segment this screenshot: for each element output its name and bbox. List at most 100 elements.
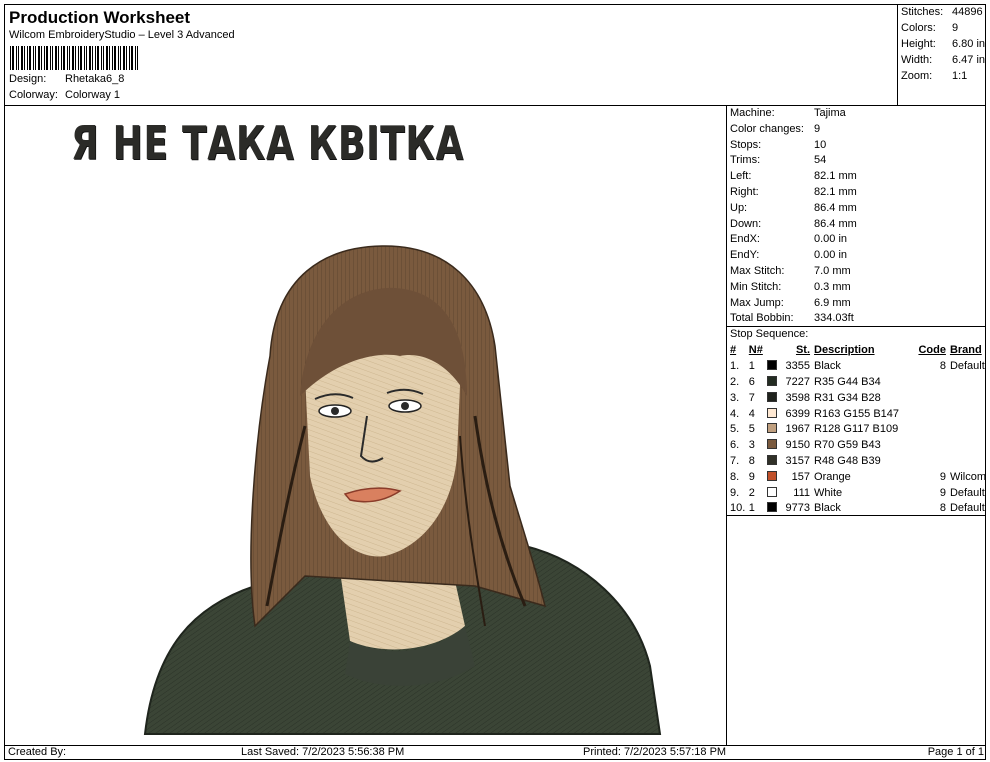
swatch-cell <box>766 390 781 406</box>
col-swatch <box>767 343 781 359</box>
machine-row: Min Stitch: 0.3 mm <box>730 280 851 293</box>
barcode-bar <box>84 46 85 70</box>
row-stitches: 157 <box>791 470 811 483</box>
machine-row: Right: 82.1 mm <box>730 185 857 198</box>
barcode-bar <box>21 46 23 70</box>
swatch-cell <box>766 422 781 438</box>
machine-row: Trims: 54 <box>730 154 827 167</box>
table-row: 5. 5 1967 R128 G117 B109 <box>727 422 986 438</box>
row-needle: 9 <box>748 470 755 483</box>
row-code <box>905 375 946 391</box>
row-brand <box>946 375 986 391</box>
row-needle: 7 <box>748 391 755 404</box>
machine-info: Machine: Tajima Color changes: 9 Stops: 10 … <box>727 106 986 327</box>
barcode-bar <box>52 46 53 70</box>
row-code <box>905 406 946 422</box>
row-index: 3. <box>730 391 740 404</box>
swatch-cell <box>766 454 781 470</box>
barcode-bar <box>80 46 82 70</box>
machine-row: Max Jump: 6.9 mm <box>730 296 851 309</box>
color-swatch <box>766 486 777 497</box>
swatch-cell <box>766 375 781 391</box>
barcode-bar <box>67 46 68 70</box>
portrait-embroidery <box>143 245 662 735</box>
row-needle: 1 <box>748 360 755 373</box>
barcode-bar <box>63 46 65 70</box>
barcode-bar <box>106 46 108 70</box>
row-brand: Default <box>949 360 985 373</box>
color-swatch <box>766 423 777 434</box>
color-swatch <box>766 502 777 513</box>
table-row: 9. 2 111 White 9 Default <box>727 485 986 501</box>
row-code: 9 <box>939 470 946 483</box>
row-brand <box>946 438 986 454</box>
row-brand: Default <box>949 502 985 515</box>
barcode-bar <box>92 46 93 70</box>
row-code <box>905 390 946 406</box>
color-swatch <box>766 470 777 481</box>
machine-row: Machine: Tajima <box>730 107 846 119</box>
machine-row: Max Stitch: 7.0 mm <box>730 264 851 277</box>
row-description: Orange <box>814 470 851 483</box>
software-name: Wilcom EmbroideryStudio – Level 3 Advanc… <box>9 29 235 41</box>
barcode-bar <box>109 46 110 70</box>
barcode-bar <box>101 46 102 70</box>
stop-sequence: Stop Sequence: # N# St. Description Code… <box>727 327 986 517</box>
swatch-cell <box>766 485 781 501</box>
barcode-bar <box>114 46 116 70</box>
row-code <box>905 438 946 454</box>
design-preview: Я НЕ ТАКА КВІТКА <box>5 106 726 745</box>
stat-zoom: Zoom: 1:1 <box>901 70 968 82</box>
col-brand: Brand <box>949 344 982 357</box>
row-index: 1. <box>730 360 740 373</box>
row-needle: 4 <box>748 407 755 420</box>
color-swatch <box>766 407 777 418</box>
row-description: Black <box>814 360 841 373</box>
row-brand <box>946 406 986 422</box>
row-stitches: 7227 <box>785 375 811 388</box>
barcode-bar <box>72 46 74 70</box>
machine-row: Down: 86.4 mm <box>730 217 857 230</box>
table-row: 8. 9 157 Orange 9 Wilcom <box>727 469 986 485</box>
barcode-bar <box>123 46 125 70</box>
stat-stitches: Stitches: 44896 <box>901 6 983 18</box>
col-needle: N# <box>748 344 763 357</box>
barcode-bar <box>75 46 76 70</box>
table-row: 3. 7 3598 R31 G34 B28 <box>727 390 986 406</box>
row-needle: 8 <box>748 454 755 467</box>
color-swatch <box>766 439 777 450</box>
row-code: 9 <box>939 486 946 499</box>
table-row: 7. 8 3157 R48 G48 B39 <box>727 454 986 470</box>
barcode-bar <box>24 46 25 70</box>
barcode-image <box>10 46 138 70</box>
machine-row: EndX: 0.00 in <box>730 233 848 246</box>
row-code: 8 <box>939 360 946 373</box>
barcode-bar <box>58 46 59 70</box>
row-description: R163 G155 B147 <box>814 407 900 420</box>
barcode-bar <box>18 46 19 70</box>
row-needle: 1 <box>748 502 755 515</box>
barcode-bar <box>44 46 45 70</box>
row-code <box>905 422 946 438</box>
design-name-row: Design: Rhetaka6_8 <box>9 73 124 85</box>
row-brand <box>946 454 986 470</box>
row-stitches: 6399 <box>785 407 811 420</box>
color-swatch <box>766 375 777 386</box>
barcode-bar <box>95 46 96 70</box>
table-row: 1. 1 3355 Black 8 Default <box>727 359 986 375</box>
created-by: Created By: <box>8 746 67 758</box>
barcode-bar <box>10 46 11 70</box>
row-stitches: 9150 <box>785 439 811 452</box>
barcode-bar <box>69 46 70 70</box>
row-brand: Default <box>949 486 985 499</box>
barcode-bar <box>61 46 62 70</box>
table-row: 4. 4 6399 R163 G155 B147 <box>727 406 986 422</box>
machine-row: Stops: 10 <box>730 138 827 151</box>
barcode-bar <box>29 46 31 70</box>
summary-stats: Stitches: 44896 Colors: 9 Height: 6.80 in W… <box>898 5 986 85</box>
table-row: 6. 3 9150 R70 G59 B43 <box>727 438 986 454</box>
last-saved: Last Saved: 7/2/2023 5:56:38 PM <box>241 746 405 758</box>
swatch-cell <box>766 469 781 485</box>
swatch-cell <box>766 438 781 454</box>
row-stitches: 3355 <box>785 360 811 373</box>
